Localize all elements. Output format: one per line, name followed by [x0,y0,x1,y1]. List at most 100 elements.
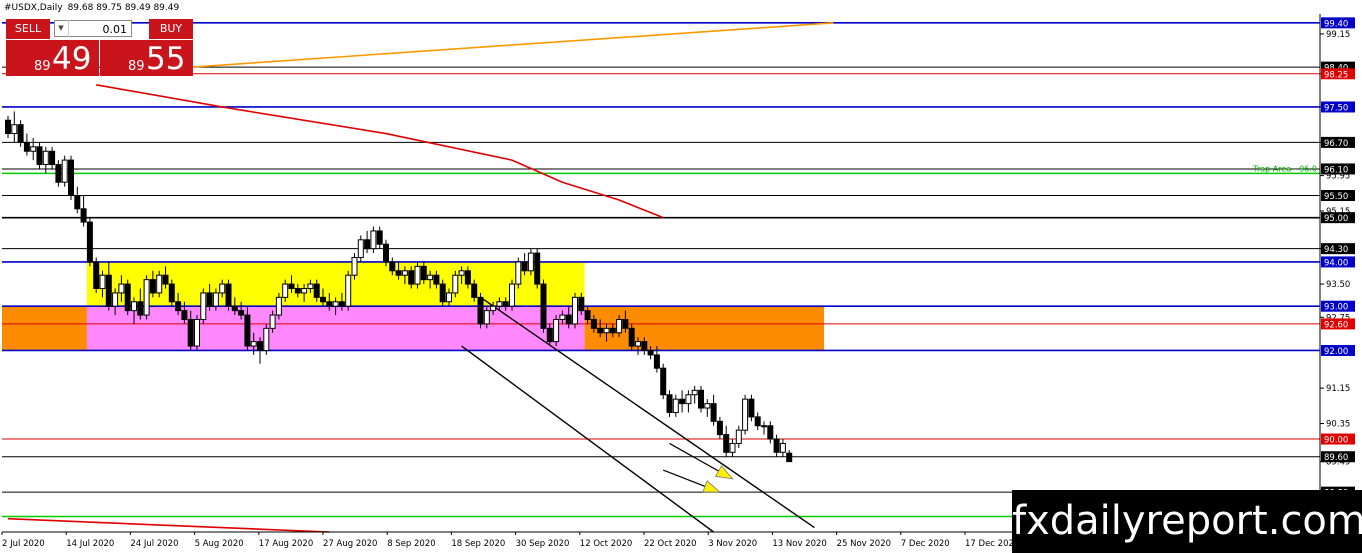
candle-body [458,270,465,276]
candle-body [112,292,119,307]
chart-title: #USDX,Daily 89.68 89.75 89.49 89.49 [4,3,184,13]
candle-body [723,434,730,453]
candle-body [395,270,402,276]
date-tick-label: 5 Aug 2020 [195,539,244,549]
candle-body [679,398,686,405]
candle-body [742,398,749,431]
bid-price[interactable]: 89 49 [6,40,99,77]
candle-body [194,318,200,347]
candle-body [414,265,421,285]
ask-price[interactable]: 89 55 [100,40,193,77]
candle-body [540,283,547,329]
moving-average-line [7,517,330,533]
candle-body [301,287,308,294]
candle-body [383,243,389,263]
candle-body [326,301,333,307]
candle-body [578,296,585,312]
candle-body [156,274,163,294]
candle-body [773,438,780,453]
candle-body [175,301,182,312]
candle-body [647,349,654,356]
candle-body [515,261,522,285]
price-chart[interactable]: Trap Area - 96.0Low - 88.2599.1598.2597.… [0,0,1362,553]
candle-body [572,296,578,325]
ask-price-pips: 55 [146,41,186,77]
candle-body [42,150,49,166]
candle-body [496,301,503,307]
candle-body [5,119,11,135]
date-tick-label: 18 Sep 2020 [451,539,505,549]
candle-body [351,257,358,276]
level-price-label: 90.00 [1324,436,1348,446]
candle-body [149,279,156,294]
candle-body [332,301,339,307]
brand-watermark: fxdailyreport.com [1012,490,1362,553]
candle-body [439,283,446,303]
candle-body [698,389,704,409]
candle-body [137,301,144,316]
candle-body [559,314,566,320]
candle-body [93,261,100,289]
candle-body [206,292,213,307]
candle-body [471,283,478,298]
level-price-label: 96.10 [1324,165,1348,175]
candle-body [187,318,194,347]
sell-button[interactable]: SELL [6,19,50,39]
level-price-label: 89.60 [1324,453,1348,463]
price-tick-label: 90.35 [1326,420,1350,430]
candle-body [162,274,169,285]
candle-body [370,230,377,250]
candle-body [565,314,572,325]
candle-body [357,239,364,259]
candle-body [11,124,18,135]
candle-body [338,301,345,307]
bid-price-big-figure: 89 [34,59,51,74]
candle-body [124,283,131,312]
candle-body [364,239,371,250]
candle-body [754,416,761,427]
candle-body [490,305,497,312]
candle-body [521,261,528,272]
lot-dropdown-icon[interactable]: ▼ [54,20,69,37]
candle-body [131,301,137,312]
level-price-label: 98.25 [1324,70,1348,80]
candle-body [584,310,591,320]
moving-average-line [96,84,664,219]
candle-body [30,146,37,152]
candle-body [257,341,263,351]
level-price-label: 94.30 [1324,245,1348,255]
candle-body [181,310,188,320]
candle-body [80,208,87,223]
candle-body [212,292,219,307]
candle-body [219,283,226,294]
buy-button[interactable]: BUY [149,19,193,39]
candle-body [231,305,238,312]
candle-body [86,221,93,263]
symbol-label: #USDX,Daily [4,3,63,13]
candle-body [483,310,490,325]
candle-body [786,452,793,463]
candle-body [729,442,736,453]
candle-body [263,327,270,351]
level-price-label: 93.00 [1324,303,1348,313]
candle-body [345,274,352,307]
candle-body [616,318,623,334]
candle-body [716,420,723,436]
candle-body [105,274,112,307]
candle-body [118,283,125,294]
date-tick-label: 7 Dec 2020 [901,539,950,549]
candle-body [761,425,767,428]
level-price-label: 96.70 [1324,139,1348,149]
candle-body [408,270,415,285]
date-tick-label: 25 Nov 2020 [837,539,891,549]
candle-body [635,341,641,347]
ohlc-readout: 89.68 89.75 89.49 89.49 [67,3,180,13]
candle-body [502,301,509,307]
level-price-label: 92.60 [1324,320,1348,330]
candle-body [534,252,541,285]
candle-body [685,394,692,405]
candle-body [389,261,396,272]
candle-body [628,327,635,347]
candle-body [200,292,207,320]
price-tick-label: 93.50 [1326,280,1350,290]
